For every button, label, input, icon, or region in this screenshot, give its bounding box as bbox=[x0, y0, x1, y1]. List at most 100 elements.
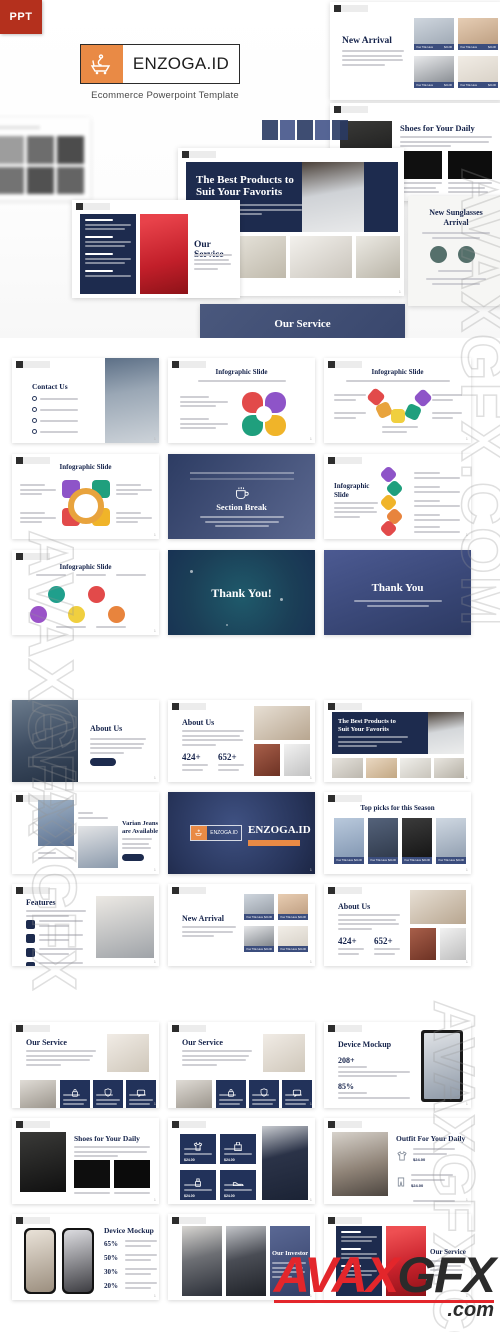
slide-card-about-stats-2[interactable]: About Us 424+ 652+ 1 bbox=[324, 884, 471, 966]
slide-title-line2: Suit Your Favorits bbox=[196, 186, 283, 198]
service-feature-card[interactable] bbox=[249, 1080, 279, 1108]
infographic-circle bbox=[48, 586, 65, 603]
slide-card-infographic-arc[interactable]: Infographic Slide 1 bbox=[324, 358, 471, 443]
service-feature-card[interactable] bbox=[60, 1080, 90, 1108]
hero-slide-our-service-banner[interactable]: Our Service bbox=[200, 304, 405, 338]
slide-card-logo[interactable]: ENZOGA.ID ENZOGA.ID 1 bbox=[168, 792, 315, 874]
infographic-label bbox=[414, 486, 460, 495]
stat-value: 424+ bbox=[338, 936, 357, 946]
price-card[interactable]: $24.00 bbox=[220, 1170, 256, 1200]
slide-page-number: 1 bbox=[153, 867, 156, 872]
slide-page-number: 1 bbox=[153, 532, 156, 537]
slide-card-our-service-1[interactable]: Our Service 1 bbox=[12, 1022, 159, 1108]
price-card[interactable]: $24.00 bbox=[220, 1134, 256, 1164]
slide-card-our-service-2[interactable]: Our Service 1 bbox=[168, 1022, 315, 1108]
slide-body-lines bbox=[122, 838, 152, 852]
slide-page-number: 1 bbox=[309, 959, 312, 964]
about-photo bbox=[254, 744, 280, 776]
slide-card-about-stats[interactable]: About Us 424+ 652+ 1 bbox=[168, 700, 315, 782]
decor-line bbox=[190, 472, 294, 474]
about-photo bbox=[440, 928, 466, 960]
infographic-label bbox=[414, 514, 460, 523]
slide-card-contact-us[interactable]: Contact Us 1 bbox=[12, 358, 159, 443]
slide-card-price-grid[interactable]: $24.00 $24.00 $24.00 $24.00 1 bbox=[168, 1118, 315, 1204]
ppt-badge: PPT bbox=[0, 0, 42, 34]
slide-card-device-mockup-stats[interactable]: Device Mockup 208+ 85% 1 bbox=[324, 1022, 471, 1108]
slide-card-outfit-daily[interactable]: Outfit For Your Daily $24.00 $24.00 1 bbox=[324, 1118, 471, 1204]
slide-title: Section Break bbox=[216, 502, 267, 512]
shoe-photo bbox=[114, 1160, 150, 1188]
slide-card-thank-you-teal[interactable]: Thank You! bbox=[168, 550, 315, 635]
slide-body-lines bbox=[182, 730, 244, 748]
hero-slide-lookbook[interactable] bbox=[0, 118, 90, 200]
percent-value: 50% bbox=[104, 1254, 118, 1262]
slide-tab-marker bbox=[172, 1217, 206, 1224]
product-price-bar: Your Title Here $24.00 bbox=[436, 857, 466, 864]
phone-icon bbox=[32, 396, 37, 401]
service-feature-card[interactable] bbox=[282, 1080, 312, 1108]
slide-card-infographic-donut[interactable]: Infographic Slide 1 bbox=[12, 454, 159, 539]
slide-page-number: 1 bbox=[465, 775, 468, 780]
percent-list: 65% 50% 30% 20% bbox=[104, 1240, 157, 1291]
slide-tab-marker bbox=[76, 203, 110, 210]
contact-list bbox=[32, 396, 84, 434]
infographic-center bbox=[256, 406, 272, 422]
stat-value: 424+ bbox=[182, 752, 201, 762]
slide-title: Our Service bbox=[182, 1038, 223, 1047]
shopping-trolley-icon bbox=[191, 826, 207, 840]
product-photo bbox=[400, 758, 431, 778]
read-more-button[interactable] bbox=[122, 854, 144, 861]
service-feature-card[interactable] bbox=[216, 1080, 246, 1108]
slide-body-lines bbox=[74, 1146, 150, 1160]
hero-slide-new-arrival[interactable]: New Arrival Your Title Here $24.00 Your T… bbox=[330, 2, 500, 100]
slide-card-varian-jeans[interactable]: Varian Jeans are Available 1 bbox=[12, 792, 159, 874]
slide-title: ENZOGA.ID bbox=[248, 824, 311, 836]
price-card[interactable]: $24.00 bbox=[180, 1170, 216, 1200]
sunglasses-lens bbox=[430, 246, 447, 263]
slide-tab-marker bbox=[16, 887, 50, 894]
slide-title: Device Mockup bbox=[104, 1226, 154, 1235]
product-price-bar: Your Title Here $24.00 bbox=[458, 44, 498, 50]
product-photo bbox=[366, 758, 397, 778]
hero-slide-our-service[interactable]: Our Service bbox=[72, 200, 240, 298]
infographic-label bbox=[334, 394, 366, 403]
slide-card-top-picks[interactable]: Top picks for this Season Your Title Her… bbox=[324, 792, 471, 874]
slide-card-best-products[interactable]: The Best Products to Suit Your Favorits … bbox=[324, 700, 471, 782]
slide-tab-marker bbox=[172, 703, 206, 710]
slide-tab-marker bbox=[16, 1217, 50, 1224]
slide-page-number: 1 bbox=[153, 436, 156, 441]
shirt-icon bbox=[396, 1148, 408, 1166]
slide-tab-marker bbox=[328, 1025, 362, 1032]
slide-card-infographic-diagonal[interactable]: Infographic Slide 1 bbox=[324, 454, 471, 539]
service-feature-card[interactable] bbox=[126, 1080, 156, 1108]
slide-title: Contact Us bbox=[32, 382, 68, 391]
slide-card-thank-you-blue[interactable]: Thank You bbox=[324, 550, 471, 635]
read-more-button[interactable] bbox=[90, 758, 116, 766]
price-card[interactable]: $24.00 bbox=[180, 1134, 216, 1164]
slide-card-device-mockup-phones[interactable]: Device Mockup 65% 50% 30% 20% 1 bbox=[12, 1214, 159, 1300]
hero-slide-new-sunglasses[interactable]: New Sunglasses Arrival bbox=[408, 196, 500, 306]
shoe-caption bbox=[448, 182, 492, 196]
slide-card-about-portrait[interactable]: About Us 1 bbox=[12, 700, 159, 782]
mail-icon bbox=[32, 407, 37, 412]
lookbook-photo-grid bbox=[0, 136, 84, 194]
jeans-caption bbox=[78, 812, 108, 821]
slide-page-number: 1 bbox=[465, 959, 468, 964]
section-content: AVAXGFX About Us 1 About Us 424+ 652+ 1 … bbox=[0, 699, 500, 991]
product-price-bar: Your Title Here $24.00 bbox=[368, 857, 398, 864]
contact-photo bbox=[105, 358, 159, 443]
percent-value: 20% bbox=[104, 1282, 118, 1290]
product-price-bar: Your Title Here $24.00 bbox=[414, 44, 454, 50]
slide-card-shoes-daily[interactable]: Shoes for Your Daily 1 bbox=[12, 1118, 159, 1204]
web-icon bbox=[32, 429, 37, 434]
infographic-label bbox=[414, 500, 460, 509]
slide-card-new-arrival[interactable]: New Arrival Your Title Here $24.00 Your T… bbox=[168, 884, 315, 966]
slide-card-section-break[interactable]: Section Break bbox=[168, 454, 315, 539]
slide-card-features[interactable]: Features 1 bbox=[12, 884, 159, 966]
slide-subtitle bbox=[200, 516, 284, 530]
service-feature-card[interactable] bbox=[93, 1080, 123, 1108]
shoe-photo bbox=[448, 151, 492, 179]
slide-card-infographic-circles[interactable]: Infographic Slide 1 bbox=[12, 550, 159, 635]
slide-card-infographic-petals[interactable]: Infographic Slide 1 bbox=[168, 358, 315, 443]
about-photo bbox=[410, 890, 466, 924]
